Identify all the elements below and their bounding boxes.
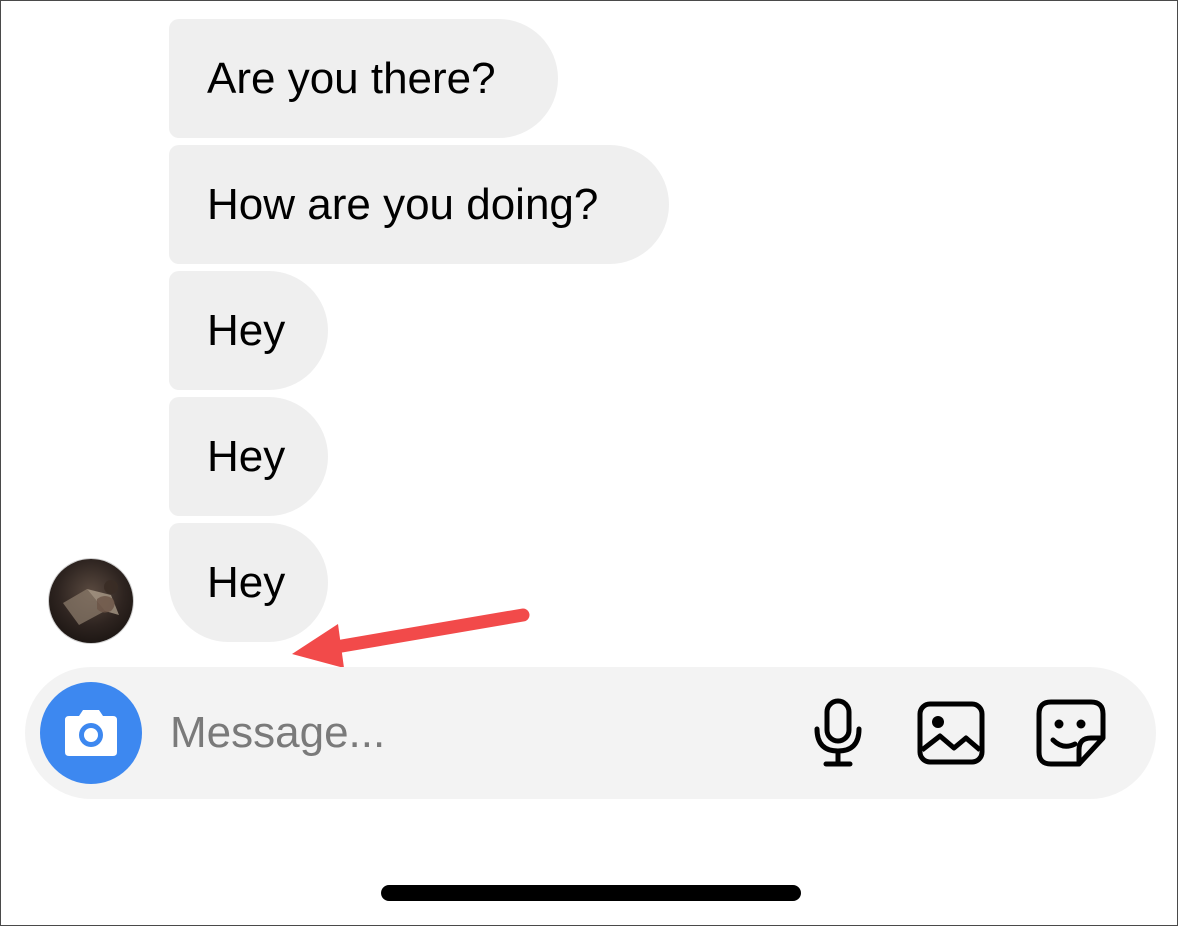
message-bubble[interactable]: How are you doing?	[169, 145, 669, 264]
message-input[interactable]	[170, 700, 770, 766]
camera-button[interactable]	[40, 682, 142, 784]
gallery-button[interactable]	[915, 697, 987, 769]
message-text: Are you there?	[207, 53, 496, 103]
microphone-icon	[814, 698, 862, 767]
voice-message-button[interactable]	[802, 697, 874, 769]
message-bubble[interactable]: Hey	[169, 523, 328, 642]
image-icon	[917, 701, 985, 765]
message-text: Hey	[207, 431, 286, 481]
home-indicator[interactable]	[381, 885, 801, 901]
message-text: Hey	[207, 305, 286, 355]
sticker-icon	[1036, 699, 1106, 767]
message-bubble[interactable]: Hey	[169, 397, 328, 516]
message-bubble[interactable]: Are you there?	[169, 19, 558, 138]
avatar-photo	[49, 559, 133, 643]
message-bubble[interactable]: Hey	[169, 271, 328, 390]
camera-icon	[65, 710, 117, 756]
avatar[interactable]	[49, 559, 133, 643]
message-text: How are you doing?	[207, 179, 599, 229]
message-text: Hey	[207, 557, 286, 607]
sticker-button[interactable]	[1035, 697, 1107, 769]
